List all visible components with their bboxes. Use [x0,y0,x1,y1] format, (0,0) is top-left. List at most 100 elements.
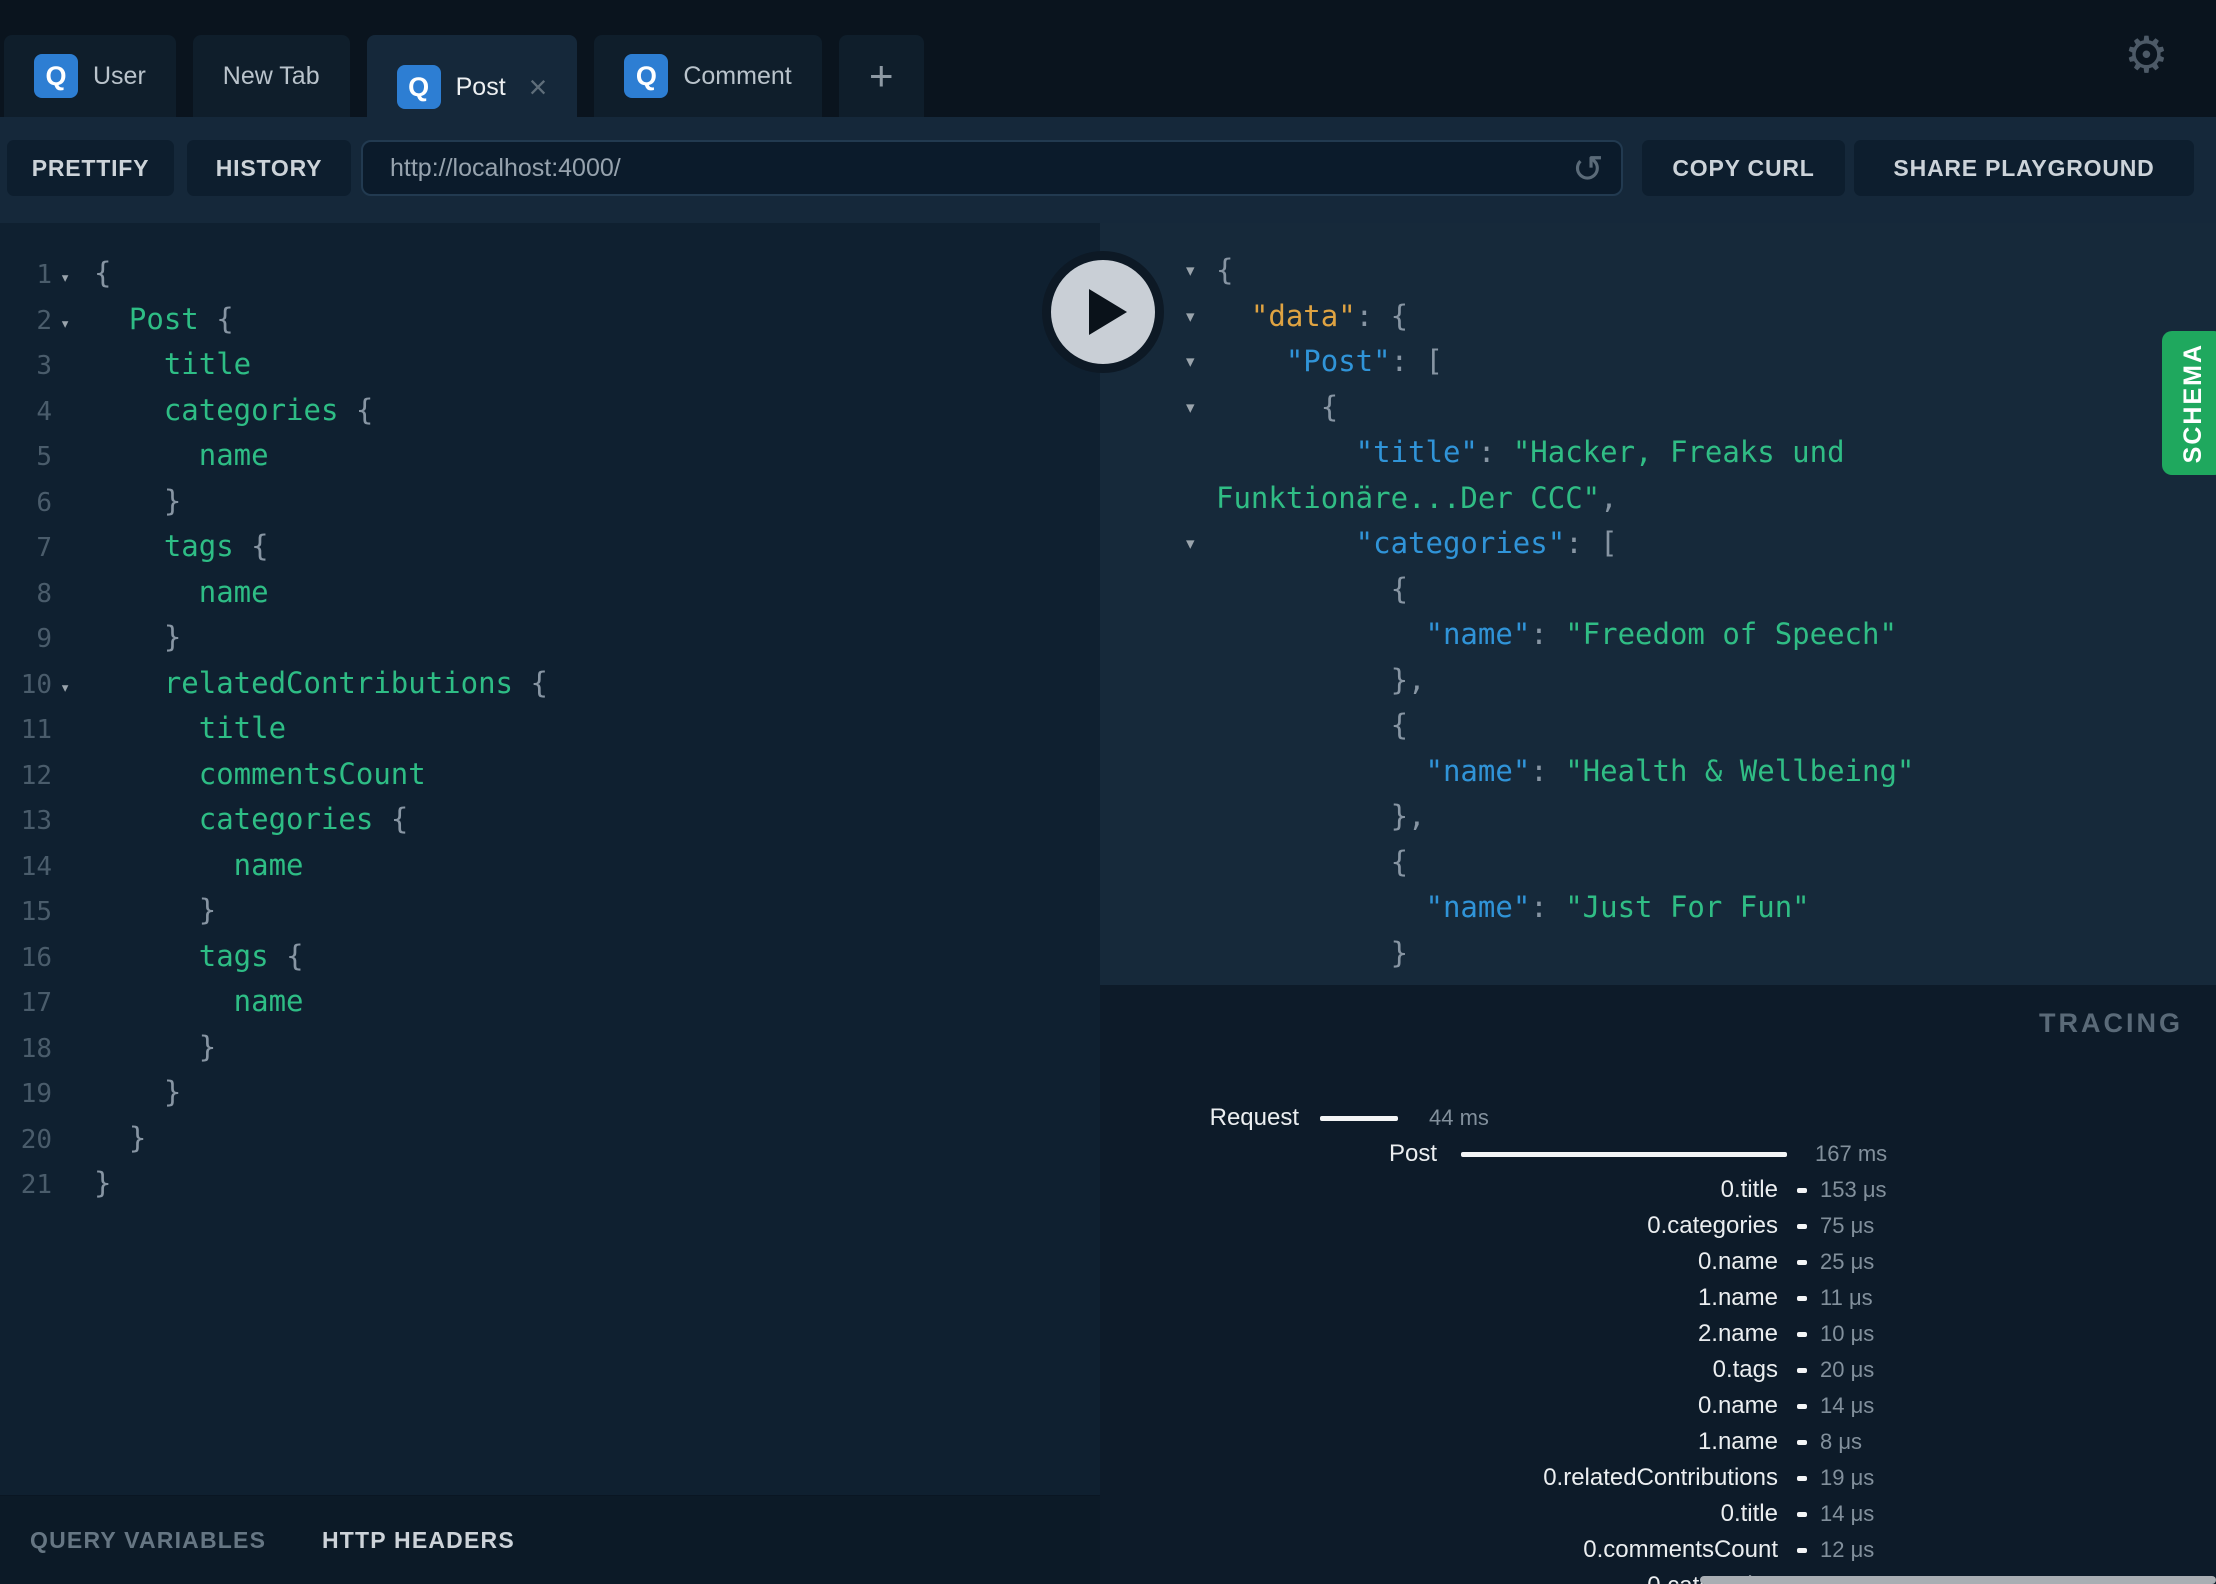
trace-duration: 14 μs [1820,1501,1875,1526]
query-line: 14 name [0,843,1100,889]
trace-duration-bar [1797,1440,1807,1445]
response-viewer[interactable]: ▾{▾ "data": {▾ "Post": [▾{"title": "Hacker… [1100,223,2216,985]
trace-duration-bar [1797,1188,1807,1193]
history-button[interactable]: HISTORY [187,140,351,196]
line-number: 14 [20,851,52,882]
endpoint-url-input[interactable] [361,140,1623,196]
trace-label: 2.name [1697,1320,1778,1347]
trace-duration-bar [1797,1548,1807,1553]
trace-duration-bar [1797,1368,1807,1373]
line-number: 8 [36,578,52,609]
fold-arrow-icon[interactable]: ▾ [1186,385,1216,431]
copy-curl-button[interactable]: COPY CURL [1642,140,1845,196]
result-line: { [1390,708,1409,742]
query-line: 2 ▾ Post { [0,297,1100,343]
result-line: Funktionäre...Der CCC", [1216,480,1618,515]
result-line: } [1390,935,1409,970]
play-icon [1089,289,1127,335]
result-line: }, [1390,799,1426,833]
trace-label: 0.title [1720,1500,1778,1527]
trace-duration: 44 ms [1429,1105,1489,1130]
line-number: 21 [20,1170,52,1200]
query-line: 11 title [0,706,1100,752]
trace-label: 1.name [1697,1428,1778,1455]
trace-duration: 167 ms [1815,1141,1888,1166]
fold-arrow-icon[interactable]: ▾ [1186,294,1216,340]
trace-row: 0.tags 20 μs [1100,1354,2216,1386]
result-line: ] [1100,976,2216,985]
query-line: 4 categories { [0,388,1100,434]
query-line: 13 categories { [0,797,1100,843]
trace-duration-bar [1461,1152,1787,1157]
fold-arrow-icon[interactable]: ▾ [52,666,94,712]
trace-label: 0.title [1720,1176,1778,1203]
new-tab-button[interactable]: + [838,35,924,117]
close-tab-icon[interactable]: × [529,71,548,103]
line-number: 11 [20,715,52,745]
schema-side-tab[interactable]: SCHEMA [2162,331,2216,475]
query-line: 21} [0,1161,1100,1207]
trace-duration-bar [1797,1404,1807,1409]
trace-label: 0.name [1697,1248,1778,1275]
trace-row: 1.name 11 μs [1100,1282,2216,1314]
query-badge-icon: Q [34,54,78,98]
result-line: ▾ "data": { [1100,294,2216,340]
line-number: 15 [20,897,52,927]
query-line: 17 name [0,979,1100,1025]
tab-user[interactable]: Q User [4,35,176,117]
trace-duration: 20 μs [1820,1357,1875,1382]
line-number: 16 [20,942,52,973]
line-number: 18 [20,1033,52,1064]
tracing-panel[interactable]: TRACING Request 44 ms Post 167 ms 0.title 153… [1100,985,2216,1584]
tracing-title: TRACING [2039,1008,2183,1038]
query-line: 3 title [0,342,1100,388]
tab-comment[interactable]: Q Comment [594,35,822,117]
result-line: }, [1390,662,1426,697]
trace-label: Request [1209,1104,1299,1131]
line-number: 12 [20,760,52,791]
trace-label: 0.categories [1647,1212,1778,1239]
line-number: 20 [20,1124,52,1155]
query-variables-tab[interactable]: QUERY VARIABLES [30,1496,266,1584]
trace-duration: 10 μs [1820,1321,1875,1346]
trace-row: Request 44 ms [1100,1102,2216,1134]
fold-arrow-icon[interactable]: ▾ [52,256,94,302]
tab-new-tab[interactable]: New Tab [192,35,350,117]
line-number: 1 [36,260,52,290]
query-line: 18} [0,1025,1100,1071]
fold-arrow-icon[interactable]: ▾ [1186,521,1216,567]
trace-duration: 12 μs [1820,1537,1875,1562]
query-editor[interactable]: 1 ▾{2 ▾ Post {3 title 4 categories {5 name 6} 7 ta… [0,223,1100,1495]
fold-arrow-icon[interactable]: ▾ [52,302,94,348]
result-line: { [1390,844,1409,879]
trace-duration: 11 μs [1820,1285,1873,1310]
line-number: 10 [20,669,52,700]
share-playground-button[interactable]: SHARE PLAYGROUND [1854,140,2194,196]
editor-footer: QUERY VARIABLES HTTP HEADERS [0,1495,1100,1584]
settings-gear-icon[interactable]: ⚙ [2124,26,2169,84]
trace-row: 0.categories 75 μs [1100,1210,2216,1242]
query-line: 8 name [0,570,1100,616]
query-line: 6} [0,479,1100,525]
query-badge-icon: Q [624,54,669,98]
line-number: 19 [20,1079,52,1109]
trace-duration-bar [1797,1512,1807,1517]
result-line: "name": "Just For Fun" [1425,890,1810,924]
trace-row: 2.name 10 μs [1100,1318,2216,1350]
trace-row: 0.relatedContributions 19 μs [1100,1462,2216,1494]
query-line: 20} [0,1116,1100,1162]
line-number: 17 [20,988,52,1018]
execute-query-button[interactable] [1042,251,1164,373]
horizontal-scrollbar[interactable] [1700,1576,2216,1584]
trace-row: 0.title 153 μs [1100,1174,2216,1206]
trace-row: 0.commentsCount 12 μs [1100,1534,2216,1566]
reload-schema-icon[interactable]: ↺ [1572,147,1604,192]
trace-duration: 14 μs [1820,1393,1875,1418]
fold-arrow-icon[interactable]: ▾ [1186,248,1216,294]
query-line: 7 tags { [0,524,1100,570]
prettify-button[interactable]: PRETTIFY [7,140,174,196]
tab-label: New Tab [222,61,320,90]
tab-label: User [93,61,146,90]
http-headers-tab[interactable]: HTTP HEADERS [322,1496,515,1584]
fold-arrow-icon[interactable]: ▾ [1186,339,1216,385]
